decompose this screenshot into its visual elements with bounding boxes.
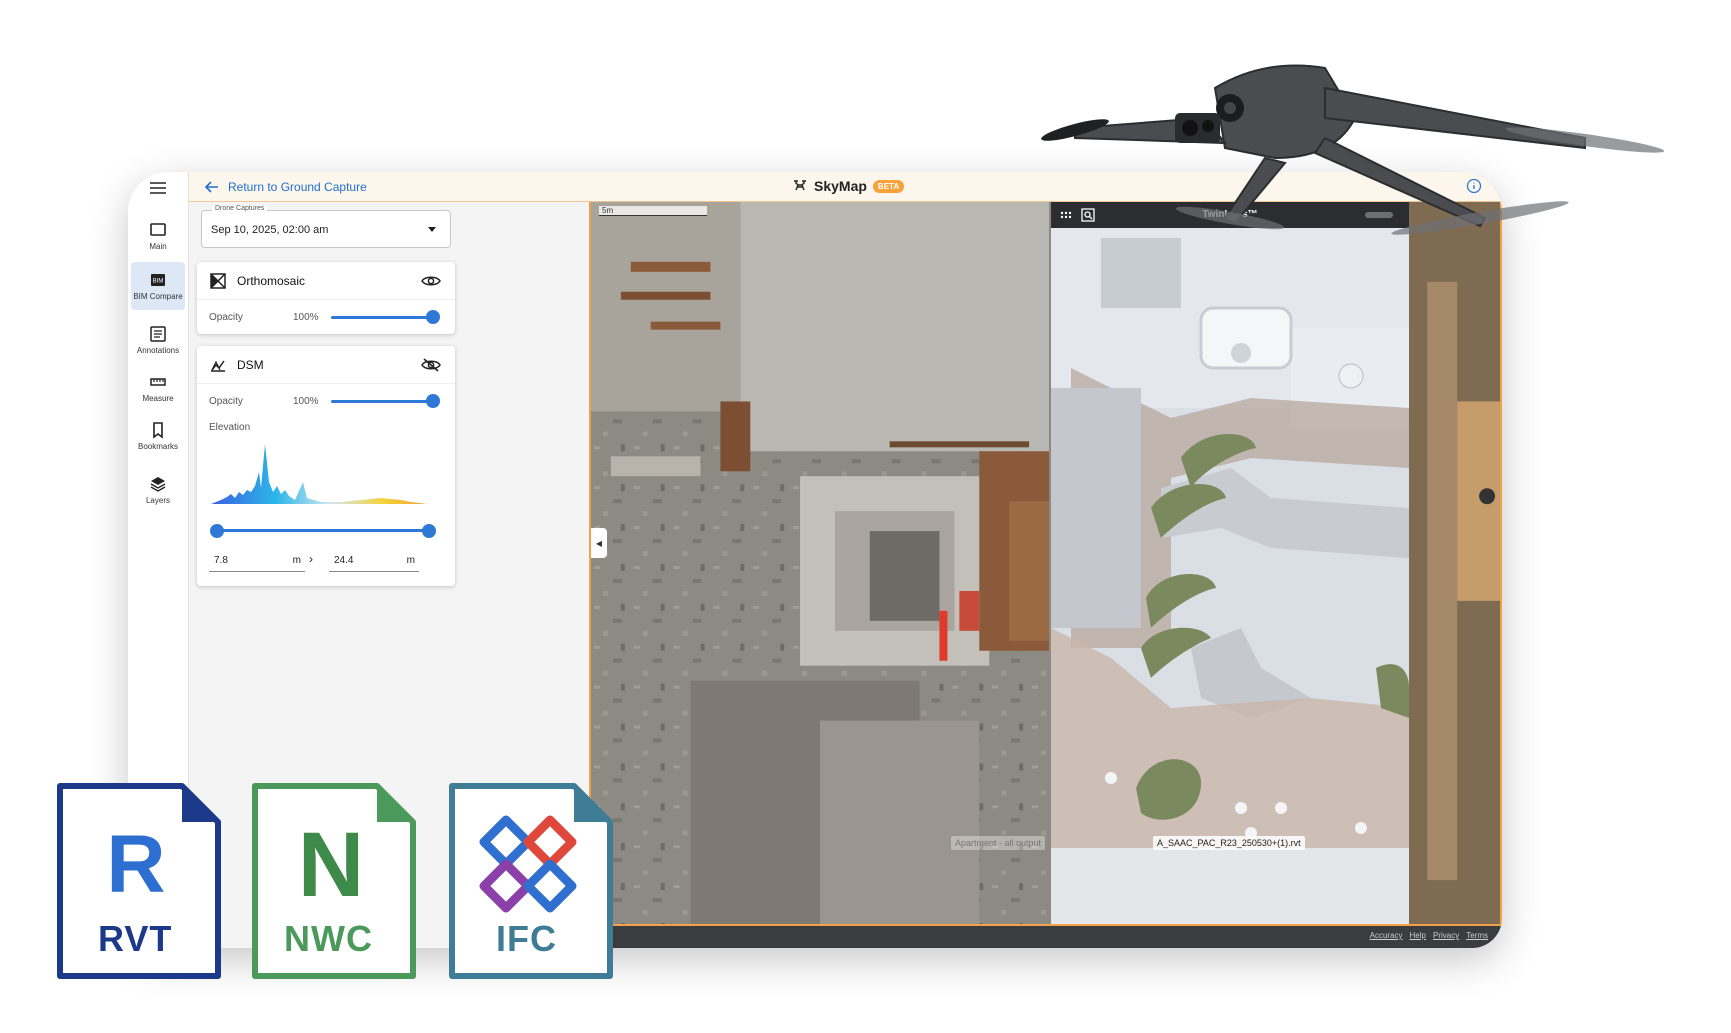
- rail-item-label: Measure: [142, 394, 174, 403]
- dsm-card: DSM Opacity 100% Elevation 7.8 m › 24.4 …: [197, 346, 455, 586]
- right-model-label: A_SAAC_PAC_R23_250530+(1).rvt: [1153, 836, 1305, 850]
- svg-text:BIM: BIM: [153, 279, 164, 285]
- ifc-label: IFC: [496, 918, 557, 959]
- revit-logo-icon: R: [106, 819, 165, 910]
- rail-item-bookmarks[interactable]: Bookmarks: [131, 412, 185, 460]
- elevation-min-input[interactable]: 7.8 m: [209, 548, 305, 572]
- orthomosaic-card-header: Orthomosaic: [197, 262, 455, 300]
- elevation-max-input[interactable]: 24.4 m: [329, 548, 419, 572]
- rail-item-label: Main: [149, 242, 167, 251]
- dsm-card-header: DSM: [197, 346, 455, 384]
- layers-icon: [150, 477, 166, 492]
- footer-link-terms[interactable]: Terms: [1466, 931, 1488, 940]
- bottom-status-bar: Accuracy Help Privacy Terms: [589, 926, 1502, 948]
- elevation-histogram: [211, 444, 427, 504]
- navisworks-logo-icon: N: [298, 814, 364, 916]
- map-viewport[interactable]: 5m ◀ TwinLens™ Apartment - all output A_…: [589, 202, 1502, 926]
- rail-item-bim-compare[interactable]: BIM BIM Compare: [131, 262, 185, 310]
- arrow-left-icon: [204, 181, 218, 193]
- rail-item-main[interactable]: Main: [131, 212, 185, 260]
- drone-capture-select[interactable]: Drone Captures Sep 10, 2025, 02:00 am: [201, 205, 451, 248]
- marketing-stage: Return to Ground Capture SkyMap BETA Mai…: [0, 0, 1731, 1033]
- dsm-opacity-slider-track[interactable]: [331, 400, 433, 403]
- list-icon: [150, 326, 166, 342]
- elevation-max-unit: m: [406, 555, 415, 566]
- drone-logo-icon: [794, 180, 806, 191]
- eye-off-icon[interactable]: [421, 357, 441, 373]
- drone-image: [1041, 64, 1665, 235]
- dsm-title: DSM: [237, 358, 264, 372]
- chevron-down-icon: [428, 227, 436, 232]
- map-scale-bar: 5m: [599, 206, 707, 216]
- bim-icon: BIM: [151, 274, 165, 286]
- app-brand: SkyMap BETA: [792, 178, 905, 194]
- app-name: SkyMap: [814, 178, 867, 194]
- opacity-slider-track[interactable]: [331, 316, 433, 319]
- opacity-label: Opacity: [209, 312, 243, 323]
- dsm-icon: [211, 360, 225, 372]
- opacity-slider-thumb[interactable]: [426, 310, 440, 324]
- eye-icon[interactable]: [421, 273, 441, 289]
- bookmark-icon: [153, 422, 163, 439]
- orthomosaic-card: Orthomosaic Opacity 100%: [197, 262, 455, 334]
- opacity-value: 100%: [293, 312, 319, 323]
- bim-model-overlay: [1051, 228, 1409, 924]
- ruler-icon: [150, 378, 166, 386]
- capture-select-label: Drone Captures: [212, 205, 268, 212]
- elevation-range-track[interactable]: [217, 529, 429, 532]
- return-link[interactable]: Return to Ground Capture: [204, 179, 367, 195]
- rail-item-label: Layers: [145, 496, 170, 505]
- rail-item-label: BIM Compare: [133, 292, 183, 301]
- rail-item-label: Bookmarks: [137, 442, 178, 451]
- elevation-min-thumb[interactable]: [210, 524, 224, 538]
- return-link-label: Return to Ground Capture: [228, 180, 367, 194]
- collapse-panel-button[interactable]: ◀: [591, 528, 607, 558]
- elevation-min-value: 7.8: [214, 555, 228, 566]
- rail-item-measure[interactable]: Measure: [131, 364, 185, 412]
- dsm-opacity-value: 100%: [293, 396, 319, 407]
- hamburger-menu-icon[interactable]: [150, 182, 166, 194]
- rail-item-annotations[interactable]: Annotations: [131, 316, 185, 364]
- rvt-label: RVT: [98, 918, 173, 959]
- rail-item-label: Annotations: [136, 346, 180, 355]
- elevation-max-thumb[interactable]: [422, 524, 436, 538]
- nwc-label: NWC: [284, 918, 373, 959]
- elevation-min-unit: m: [292, 555, 301, 566]
- beta-badge: BETA: [872, 179, 905, 193]
- rail-item-layers[interactable]: Layers: [131, 466, 185, 514]
- orthomosaic-title: Orthomosaic: [237, 274, 306, 288]
- range-separator: ›: [309, 552, 313, 566]
- orthomosaic-icon: [210, 273, 226, 289]
- footer-link-accuracy[interactable]: Accuracy: [1370, 931, 1403, 940]
- elevation-max-value: 24.4: [334, 555, 354, 566]
- dsm-opacity-label: Opacity: [209, 396, 243, 407]
- left-model-label: Apartment - all output: [951, 836, 1046, 850]
- footer-link-help[interactable]: Help: [1410, 931, 1426, 940]
- footer-link-privacy[interactable]: Privacy: [1433, 931, 1459, 940]
- square-icon: [150, 223, 166, 236]
- footer-links: Accuracy Help Privacy Terms: [1370, 931, 1488, 940]
- dsm-opacity-slider-thumb[interactable]: [426, 394, 440, 408]
- capture-select-value: Sep 10, 2025, 02:00 am: [211, 224, 329, 236]
- elevation-label: Elevation: [209, 422, 251, 433]
